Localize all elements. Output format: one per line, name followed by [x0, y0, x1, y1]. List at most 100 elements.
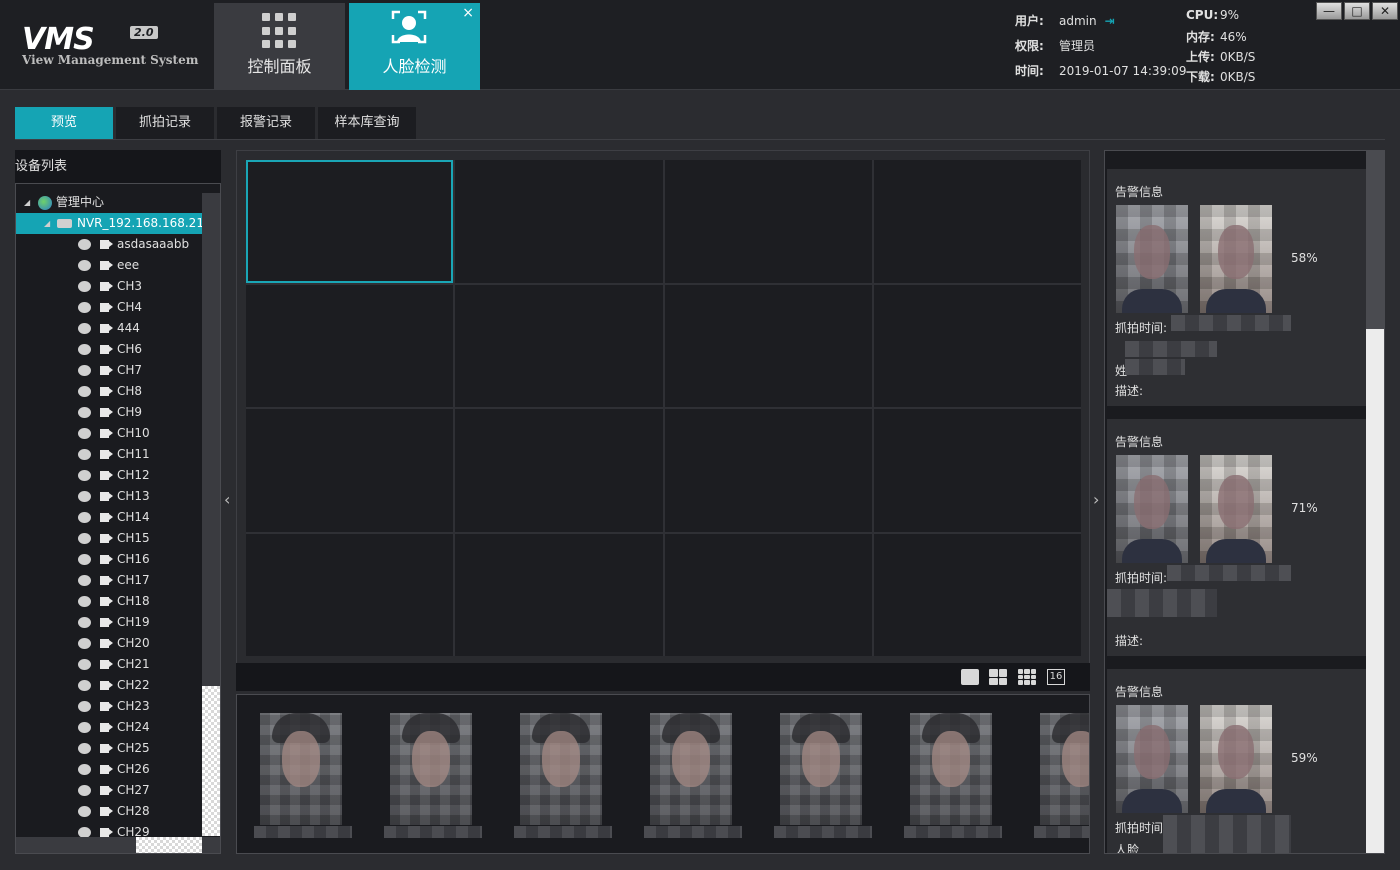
tree-channel[interactable]: CH22: [16, 675, 204, 696]
video-icon: [100, 261, 113, 270]
video-cell[interactable]: [455, 409, 663, 532]
face-thumbnail: [650, 713, 732, 825]
video-cell[interactable]: [455, 284, 663, 407]
tree-channel[interactable]: eee: [16, 255, 204, 276]
tree-channel[interactable]: CH20: [16, 633, 204, 654]
tree-channel-label: CH21: [117, 657, 150, 671]
video-cell[interactable]: [246, 160, 454, 283]
layout-4-button[interactable]: [989, 669, 1007, 685]
tab-capture-records[interactable]: 抓拍记录: [116, 107, 214, 139]
video-cell[interactable]: [664, 284, 872, 407]
tree-channel[interactable]: CH24: [16, 717, 204, 738]
tree-channel[interactable]: CH16: [16, 549, 204, 570]
device-tree-vscrollbar[interactable]: [202, 193, 220, 836]
alarm-card[interactable]: 告警信息 59% 抓拍时间: 人脸: [1107, 669, 1366, 853]
video-cell[interactable]: [455, 160, 663, 283]
tree-channel[interactable]: CH9: [16, 402, 204, 423]
video-cell[interactable]: [873, 160, 1081, 283]
tree-channel[interactable]: CH28: [16, 801, 204, 822]
captured-face[interactable]: [514, 713, 612, 838]
logout-icon[interactable]: ⇥: [1105, 14, 1115, 28]
video-cell[interactable]: [664, 533, 872, 656]
tree-channel[interactable]: CH14: [16, 507, 204, 528]
layout-9-button[interactable]: [1018, 669, 1036, 685]
video-cell[interactable]: [873, 284, 1081, 407]
layout-16-button[interactable]: 16: [1047, 669, 1065, 685]
tab-control-panel[interactable]: 控制面板: [214, 3, 345, 90]
tree-channel[interactable]: CH15: [16, 528, 204, 549]
video-cell[interactable]: [246, 533, 454, 656]
captured-face[interactable]: [384, 713, 482, 838]
blurred-label: [384, 826, 482, 838]
tree-channel[interactable]: CH8: [16, 381, 204, 402]
tree-channel[interactable]: CH7: [16, 360, 204, 381]
captured-face[interactable]: [254, 713, 352, 838]
tree-channel[interactable]: CH6: [16, 339, 204, 360]
alarm-card[interactable]: 告警信息 71% 抓拍时间: 描述:: [1107, 419, 1366, 656]
tree-nvr[interactable]: ◢ NVR_192.168.168.212: [16, 213, 212, 234]
tree-channel[interactable]: CH12: [16, 465, 204, 486]
description-label: 描述:: [1115, 384, 1144, 398]
collapse-right-icon[interactable]: ›: [1093, 490, 1099, 509]
close-tab-icon[interactable]: ×: [462, 5, 474, 21]
tree-channel[interactable]: CH21: [16, 654, 204, 675]
tree-channel[interactable]: CH3: [16, 276, 204, 297]
device-tree-hscrollbar[interactable]: [16, 837, 220, 853]
tree-channel[interactable]: asdasaaabb: [16, 234, 204, 255]
tree-channel[interactable]: CH13: [16, 486, 204, 507]
video-icon: [100, 534, 113, 543]
tab-alarm-records[interactable]: 报警记录: [217, 107, 315, 139]
alarm-panel-vscrollbar[interactable]: [1366, 151, 1384, 853]
tree-channel[interactable]: CH17: [16, 570, 204, 591]
collapse-arrow-icon[interactable]: ◢: [44, 213, 50, 234]
video-cell[interactable]: [246, 409, 454, 532]
captured-face[interactable]: [644, 713, 742, 838]
user-value: admin: [1059, 14, 1097, 28]
video-icon: [100, 597, 113, 606]
tree-channel[interactable]: CH11: [16, 444, 204, 465]
tree-root[interactable]: ◢ 管理中心: [16, 192, 204, 213]
tree-channel[interactable]: 444: [16, 318, 204, 339]
close-button[interactable]: ✕: [1372, 2, 1398, 20]
video-cell[interactable]: [246, 284, 454, 407]
tree-channel[interactable]: CH25: [16, 738, 204, 759]
video-cell[interactable]: [664, 409, 872, 532]
subtab-divider: [15, 139, 1385, 140]
scroll-thumb[interactable]: [136, 837, 202, 853]
tree-channel[interactable]: CH10: [16, 423, 204, 444]
collapse-left-icon[interactable]: ‹: [224, 490, 230, 509]
tab-face-detection[interactable]: 人脸检测 ×: [349, 3, 480, 90]
tree-channel[interactable]: CH26: [16, 759, 204, 780]
tree-nvr-label: NVR_192.168.168.212: [77, 216, 212, 230]
scroll-thumb[interactable]: [1366, 329, 1384, 853]
tree-channel-label: CH26: [117, 762, 150, 776]
video-cell[interactable]: [873, 533, 1081, 656]
collapse-arrow-icon[interactable]: ◢: [24, 192, 30, 213]
tree-channel[interactable]: CH4: [16, 297, 204, 318]
scroll-thumb[interactable]: [202, 686, 220, 836]
tree-channel-label: CH4: [117, 300, 143, 314]
tree-channel[interactable]: CH19: [16, 612, 204, 633]
tab-sample-library[interactable]: 样本库查询: [318, 107, 416, 139]
camera-icon: [78, 407, 91, 418]
captured-face[interactable]: [774, 713, 872, 838]
tree-channel[interactable]: CH23: [16, 696, 204, 717]
alarm-card[interactable]: 告警信息 58% 抓拍时间: 姓 描述:: [1107, 169, 1366, 406]
scroll-track[interactable]: [1366, 151, 1384, 329]
layout-1-button[interactable]: [961, 669, 979, 685]
video-cell[interactable]: [664, 160, 872, 283]
tree-channel[interactable]: CH18: [16, 591, 204, 612]
mem-label: 内存:: [1186, 30, 1215, 44]
camera-icon: [78, 596, 91, 607]
tree-channel[interactable]: CH27: [16, 780, 204, 801]
camera-icon: [78, 323, 91, 334]
video-cell[interactable]: [873, 409, 1081, 532]
captured-face[interactable]: [904, 713, 1002, 838]
tab-preview[interactable]: 预览: [15, 107, 113, 139]
captured-face[interactable]: [1034, 713, 1089, 838]
camera-icon: [78, 575, 91, 586]
minimize-button[interactable]: —: [1316, 2, 1342, 20]
video-cell[interactable]: [455, 533, 663, 656]
video-icon: [100, 282, 113, 291]
maximize-button[interactable]: □: [1344, 2, 1370, 20]
